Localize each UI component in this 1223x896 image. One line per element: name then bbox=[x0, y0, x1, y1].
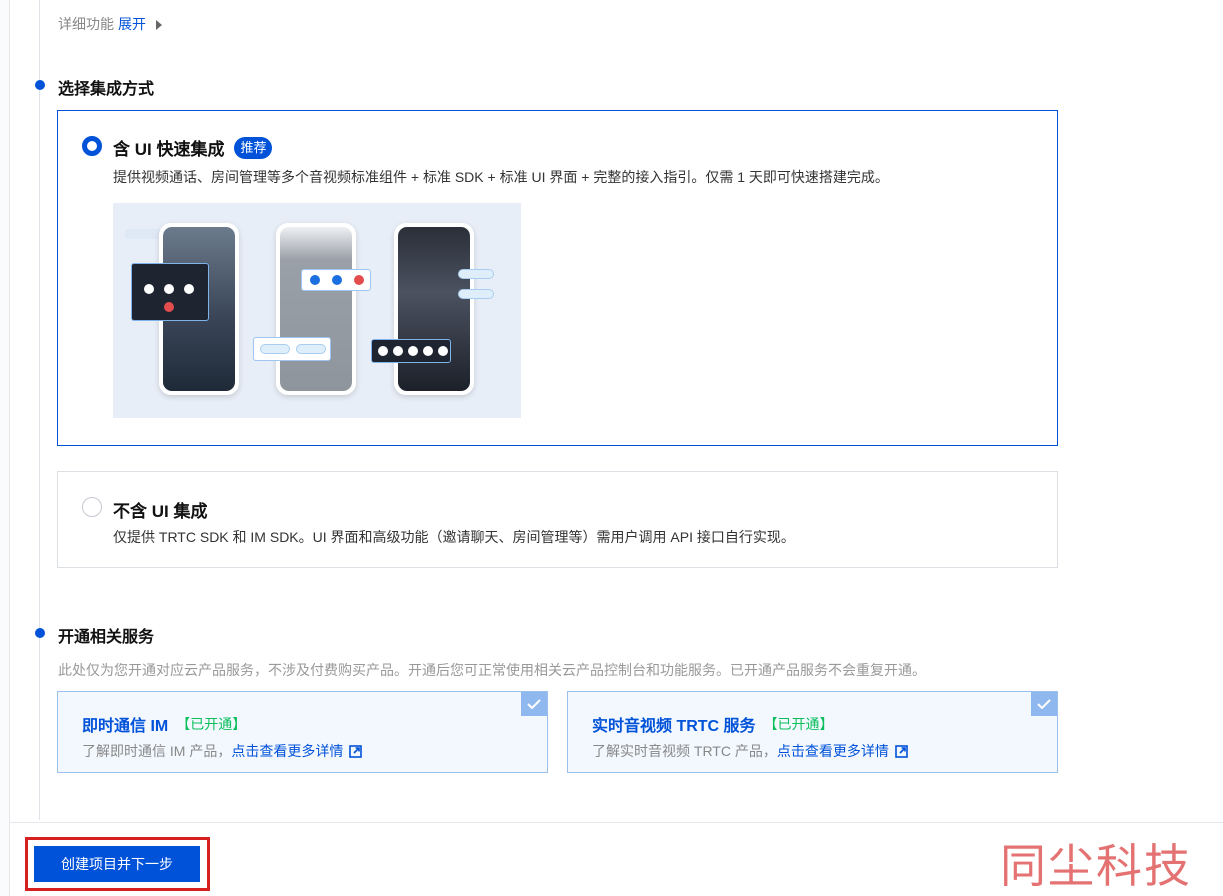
step-dot-integration bbox=[35, 80, 45, 90]
phone-mockup-room bbox=[276, 223, 356, 395]
create-project-next-button[interactable]: 创建项目并下一步 bbox=[34, 846, 200, 882]
detail-features-label: 详细功能 bbox=[58, 16, 114, 32]
option-title-text: 含 UI 快速集成 bbox=[113, 140, 225, 159]
preview-chip bbox=[458, 269, 494, 279]
room-controls-panel bbox=[301, 269, 371, 291]
group-controls-panel bbox=[371, 339, 451, 363]
service-status: 【已开通】 bbox=[176, 716, 247, 732]
external-link-icon bbox=[349, 744, 363, 758]
left-rail bbox=[0, 0, 10, 896]
service-detail-link-text[interactable]: 点击查看更多详情 bbox=[777, 741, 889, 761]
caret-right-icon[interactable] bbox=[156, 19, 162, 30]
recommend-badge: 推荐 bbox=[234, 136, 273, 159]
call-controls-panel bbox=[131, 263, 209, 321]
services-description: 此处仅为您开通对应云产品服务，不涉及付费购买产品。开通后您可正常使用相关云产品控… bbox=[58, 662, 926, 678]
preview-tag bbox=[125, 229, 161, 239]
expand-link[interactable]: 展开 bbox=[118, 14, 146, 34]
phone-mockup-group bbox=[394, 223, 474, 395]
step-dot-services bbox=[35, 628, 45, 638]
check-icon bbox=[1031, 692, 1057, 716]
service-name: 实时音视频 TRTC 服务 bbox=[592, 718, 756, 735]
option-card-with-ui[interactable]: 含 UI 快速集成 推荐 提供视频通话、房间管理等多个音视频标准组件 + 标准 … bbox=[57, 110, 1058, 446]
detail-features-row: 详细功能 展开 bbox=[58, 14, 162, 34]
service-detail-link-trtc[interactable]: 点击查看更多详情 bbox=[777, 741, 908, 761]
ui-preview-image bbox=[113, 203, 521, 418]
service-sub-text: 了解实时音视频 TRTC 产品， bbox=[592, 743, 777, 759]
service-status: 【已开通】 bbox=[763, 716, 834, 732]
service-detail-link-text[interactable]: 点击查看更多详情 bbox=[231, 741, 343, 761]
service-card-im: 即时通信 IM 【已开通】 了解即时通信 IM 产品， 点击查看更多详情 bbox=[57, 691, 548, 773]
option-title-without-ui: 不含 UI 集成 bbox=[113, 497, 207, 522]
section-title-services: 开通相关服务 bbox=[58, 629, 155, 646]
section-title-integration: 选择集成方式 bbox=[58, 81, 155, 98]
option-title-with-ui: 含 UI 快速集成 推荐 bbox=[113, 135, 273, 160]
radio-with-ui[interactable] bbox=[82, 136, 102, 156]
preview-chip bbox=[458, 289, 494, 299]
check-icon bbox=[521, 692, 547, 716]
service-name: 即时通信 IM bbox=[82, 718, 169, 735]
service-title-im: 即时通信 IM 【已开通】 bbox=[82, 712, 246, 736]
watermark: 同尘科技 bbox=[1000, 839, 1192, 893]
option-desc-with-ui: 提供视频通话、房间管理等多个音视频标准组件 + 标准 SDK + 标准 UI 界… bbox=[113, 169, 889, 185]
radio-without-ui[interactable] bbox=[82, 497, 102, 517]
footer-divider bbox=[10, 822, 1223, 823]
service-card-trtc: 实时音视频 TRTC 服务 【已开通】 了解实时音视频 TRTC 产品， 点击查… bbox=[567, 691, 1058, 773]
external-link-icon bbox=[895, 744, 908, 758]
service-sub-text: 了解即时通信 IM 产品， bbox=[82, 743, 232, 759]
timeline-line bbox=[39, 0, 40, 820]
service-sub-trtc: 了解实时音视频 TRTC 产品， 点击查看更多详情 bbox=[592, 741, 908, 761]
room-buttons-panel bbox=[253, 337, 331, 361]
service-title-trtc: 实时音视频 TRTC 服务 【已开通】 bbox=[592, 712, 834, 736]
option-title-text: 不含 UI 集成 bbox=[113, 502, 208, 521]
service-detail-link-im[interactable]: 点击查看更多详情 bbox=[231, 741, 363, 761]
option-card-without-ui[interactable]: 不含 UI 集成 仅提供 TRTC SDK 和 IM SDK。UI 界面和高级功… bbox=[57, 471, 1058, 568]
option-desc-without-ui: 仅提供 TRTC SDK 和 IM SDK。UI 界面和高级功能（邀请聊天、房间… bbox=[113, 529, 795, 545]
service-sub-im: 了解即时通信 IM 产品， 点击查看更多详情 bbox=[82, 741, 363, 761]
